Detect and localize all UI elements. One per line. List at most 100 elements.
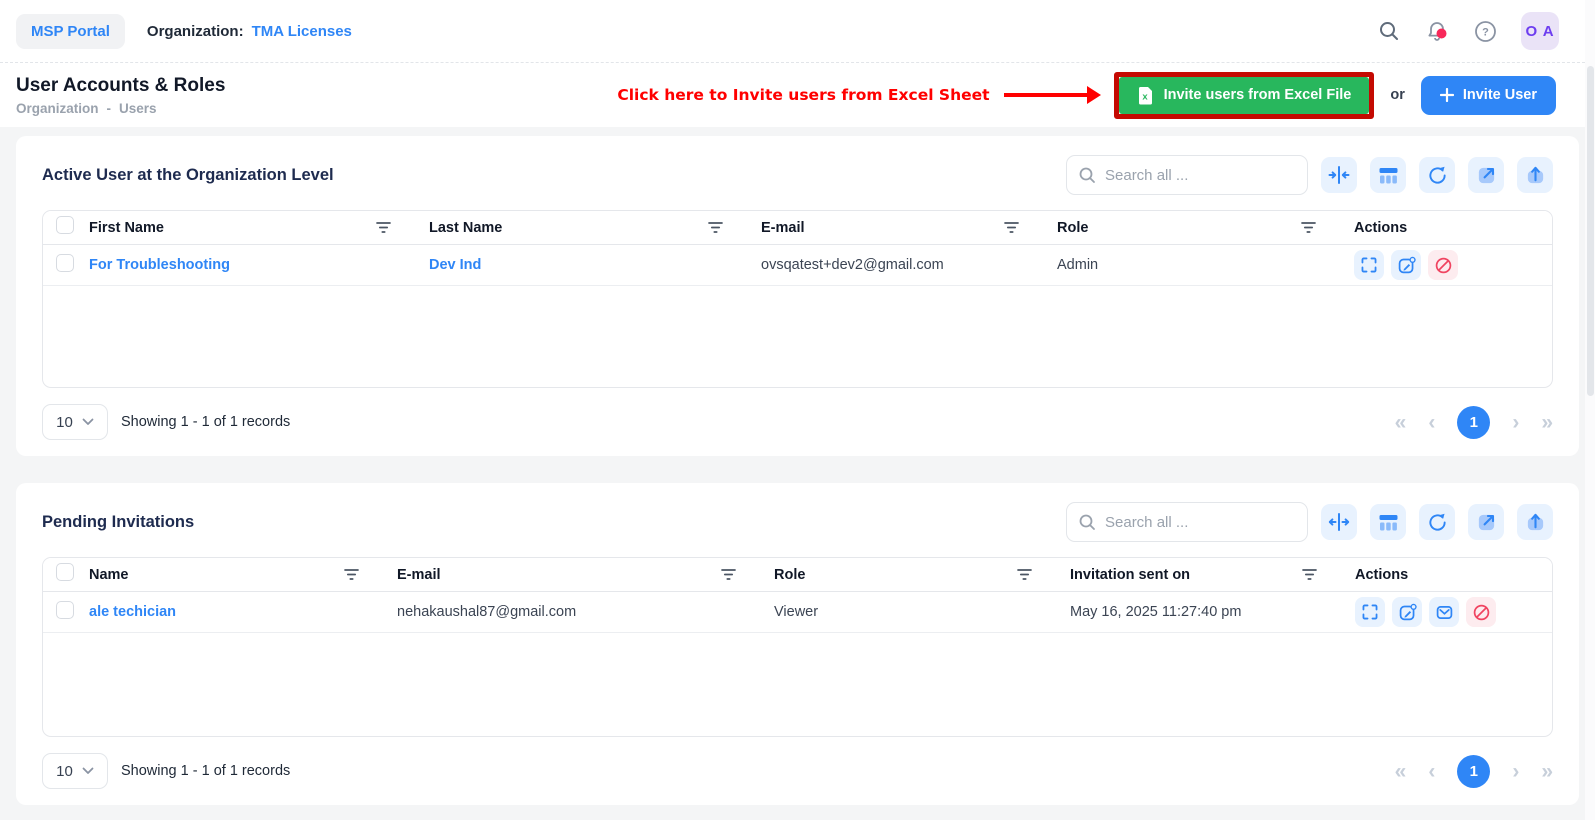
- vertical-scrollbar[interactable]: [1585, 0, 1595, 820]
- columns-button[interactable]: [1370, 504, 1406, 540]
- content-area: Active User at the Organization Level: [0, 127, 1595, 820]
- pagination: « ‹ 1 › »: [1395, 406, 1553, 439]
- refresh-button[interactable]: [1419, 504, 1455, 540]
- next-page-button[interactable]: ›: [1512, 412, 1519, 433]
- select-all-checkbox[interactable]: [56, 563, 74, 581]
- invite-user-button[interactable]: Invite User: [1421, 76, 1556, 115]
- cell-last-name[interactable]: Dev Ind: [423, 257, 755, 273]
- expand-columns-icon: [1328, 511, 1350, 533]
- page-size-select[interactable]: 10: [42, 404, 108, 440]
- expand-columns-button[interactable]: [1321, 504, 1357, 540]
- filter-icon[interactable]: [706, 219, 725, 236]
- active-users-card: Active User at the Organization Level: [16, 136, 1579, 456]
- row-checkbox[interactable]: [56, 254, 74, 272]
- page-size-value: 10: [56, 414, 73, 431]
- next-page-button[interactable]: ›: [1512, 761, 1519, 782]
- pending-invitations-card: Pending Invitations: [16, 483, 1579, 805]
- cell-name[interactable]: ale techician: [83, 604, 391, 620]
- last-page-button[interactable]: »: [1541, 761, 1553, 782]
- breadcrumb: Organization - Users: [16, 101, 225, 116]
- active-users-title: Active User at the Organization Level: [42, 166, 334, 185]
- collapse-columns-icon: [1328, 164, 1350, 186]
- ban-icon: [1472, 603, 1491, 622]
- page-size-select[interactable]: 10: [42, 753, 108, 789]
- scrollbar-thumb[interactable]: [1587, 66, 1594, 396]
- refresh-button[interactable]: [1419, 157, 1455, 193]
- edit-row-button[interactable]: [1391, 250, 1421, 280]
- ban-icon: [1434, 256, 1453, 275]
- row-checkbox[interactable]: [56, 601, 74, 619]
- select-all-checkbox[interactable]: [56, 216, 74, 234]
- col-actions: Actions: [1355, 567, 1408, 583]
- edit-row-button[interactable]: [1392, 597, 1422, 627]
- or-label: or: [1390, 87, 1405, 103]
- previous-page-button[interactable]: ‹: [1428, 761, 1435, 782]
- filter-icon[interactable]: [342, 566, 361, 583]
- open-external-button[interactable]: [1468, 157, 1504, 193]
- cell-role: Viewer: [768, 604, 1064, 620]
- cell-sent-on: May 16, 2025 11:27:40 pm: [1064, 604, 1349, 620]
- user-avatar[interactable]: O A: [1521, 12, 1559, 50]
- export-upload-button[interactable]: [1517, 504, 1553, 540]
- collapse-columns-button[interactable]: [1321, 157, 1357, 193]
- external-link-icon: [1476, 165, 1497, 186]
- cell-first-name[interactable]: For Troubleshooting: [83, 257, 423, 273]
- top-bar: MSP Portal Organization: TMA Licenses ? …: [0, 0, 1595, 63]
- first-page-button[interactable]: «: [1395, 412, 1407, 433]
- edit-icon: [1398, 603, 1417, 622]
- envelope-icon: [1435, 603, 1454, 622]
- msp-portal-button[interactable]: MSP Portal: [16, 14, 125, 49]
- svg-text:?: ?: [1482, 26, 1489, 38]
- plus-icon: [1440, 88, 1454, 102]
- cell-email: nehakaushal87@gmail.com: [391, 604, 768, 620]
- pagination: « ‹ 1 › »: [1395, 755, 1553, 788]
- filter-icon[interactable]: [1300, 566, 1319, 583]
- filter-icon[interactable]: [1015, 566, 1034, 583]
- pending-invitations-title: Pending Invitations: [42, 513, 194, 532]
- first-page-button[interactable]: «: [1395, 761, 1407, 782]
- filter-icon[interactable]: [719, 566, 738, 583]
- active-users-search-input[interactable]: [1066, 155, 1308, 195]
- open-external-button[interactable]: [1468, 504, 1504, 540]
- invite-user-label: Invite User: [1463, 87, 1537, 103]
- resend-invitation-button[interactable]: [1429, 597, 1459, 627]
- pending-search-input[interactable]: [1066, 502, 1308, 542]
- col-name: Name: [89, 567, 129, 583]
- table-row: ale techician nehakaushal87@gmail.com Vi…: [43, 592, 1552, 633]
- filter-icon[interactable]: [1002, 219, 1021, 236]
- current-page-button[interactable]: 1: [1457, 406, 1490, 439]
- excel-button-label: Invite users from Excel File: [1164, 87, 1352, 103]
- pending-search: [1066, 502, 1308, 542]
- previous-page-button[interactable]: ‹: [1428, 412, 1435, 433]
- search-icon[interactable]: [1377, 19, 1401, 43]
- topbar-icons: ? O A: [1377, 12, 1559, 50]
- export-upload-button[interactable]: [1517, 157, 1553, 193]
- columns-button[interactable]: [1370, 157, 1406, 193]
- expand-row-button[interactable]: [1355, 597, 1385, 627]
- annotation-text: Click here to Invite users from Excel Sh…: [617, 86, 989, 104]
- disable-row-button[interactable]: [1428, 250, 1458, 280]
- search-icon: [1078, 513, 1096, 531]
- expand-icon: [1361, 603, 1379, 621]
- chevron-down-icon: [82, 418, 94, 426]
- filter-icon[interactable]: [374, 219, 393, 236]
- annotation-highlight-frame: x Invite users from Excel File: [1114, 72, 1375, 119]
- revoke-invitation-button[interactable]: [1466, 597, 1496, 627]
- notifications-bell-icon[interactable]: [1425, 19, 1449, 43]
- breadcrumb-current: Users: [119, 101, 157, 116]
- help-icon[interactable]: ?: [1473, 19, 1497, 43]
- table-row: For Troubleshooting Dev Ind ovsqatest+de…: [43, 245, 1552, 286]
- excel-file-icon: x: [1137, 86, 1154, 105]
- refresh-icon: [1427, 512, 1448, 533]
- organization-name-link[interactable]: TMA Licenses: [252, 23, 352, 40]
- expand-row-button[interactable]: [1354, 250, 1384, 280]
- filter-icon[interactable]: [1299, 219, 1318, 236]
- edit-icon: [1397, 256, 1416, 275]
- refresh-icon: [1427, 165, 1448, 186]
- last-page-button[interactable]: »: [1541, 412, 1553, 433]
- organization-label: Organization:: [147, 23, 244, 40]
- current-page-button[interactable]: 1: [1457, 755, 1490, 788]
- breadcrumb-parent[interactable]: Organization: [16, 101, 99, 116]
- expand-icon: [1360, 256, 1378, 274]
- invite-users-from-excel-button[interactable]: x Invite users from Excel File: [1119, 77, 1370, 114]
